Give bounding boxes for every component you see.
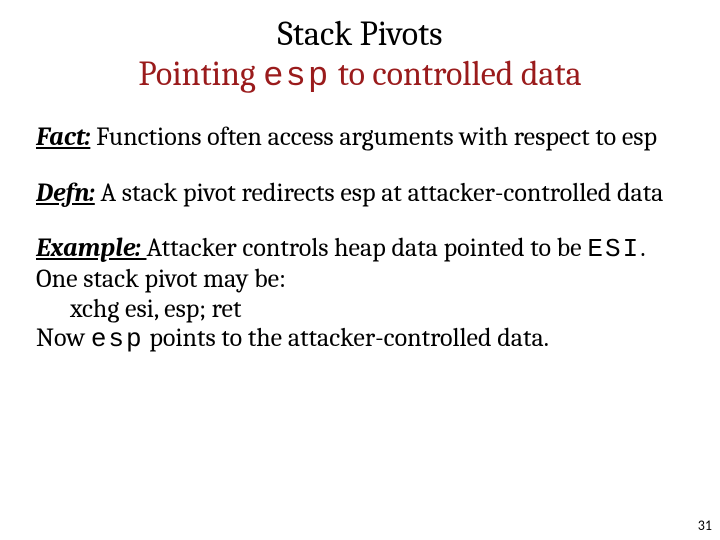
example-l3-pre: Now <box>36 323 91 353</box>
page-number: 31 <box>698 517 712 534</box>
example-l3: Now esp points to the attacker-controlle… <box>36 324 684 355</box>
example-l1-pre: Attacker controls heap data pointed to b… <box>146 233 587 263</box>
example-lead: Example: <box>36 233 146 263</box>
fact-text: Functions often access arguments with re… <box>90 122 657 152</box>
fact-paragraph: Fact: Functions often access arguments w… <box>36 123 684 153</box>
title-2-code: esp <box>263 58 330 96</box>
title-line-1: Stack Pivots <box>36 14 684 54</box>
defn-paragraph: Defn: A stack pivot redirects esp at att… <box>36 179 684 209</box>
body: Fact: Functions often access arguments w… <box>36 123 684 355</box>
title-line-2: Pointing esp to controlled data <box>36 54 684 97</box>
title-2-post: to controlled data <box>330 54 581 94</box>
example-code-line: xchg esi, esp; ret <box>36 295 684 325</box>
example-l3-code: esp <box>91 324 144 354</box>
slide-title: Stack Pivots Pointing esp to controlled … <box>36 14 684 97</box>
example-l1-code: ESI <box>587 234 640 264</box>
slide: Stack Pivots Pointing esp to controlled … <box>0 0 720 540</box>
example-paragraph: Example: Attacker controls heap data poi… <box>36 234 684 355</box>
example-l3-post: points to the attacker-controlled data. <box>144 323 549 353</box>
fact-lead: Fact: <box>36 122 90 152</box>
defn-text: A stack pivot redirects esp at attacker-… <box>95 178 664 208</box>
title-2-pre: Pointing <box>138 54 263 94</box>
defn-lead: Defn: <box>36 178 95 208</box>
